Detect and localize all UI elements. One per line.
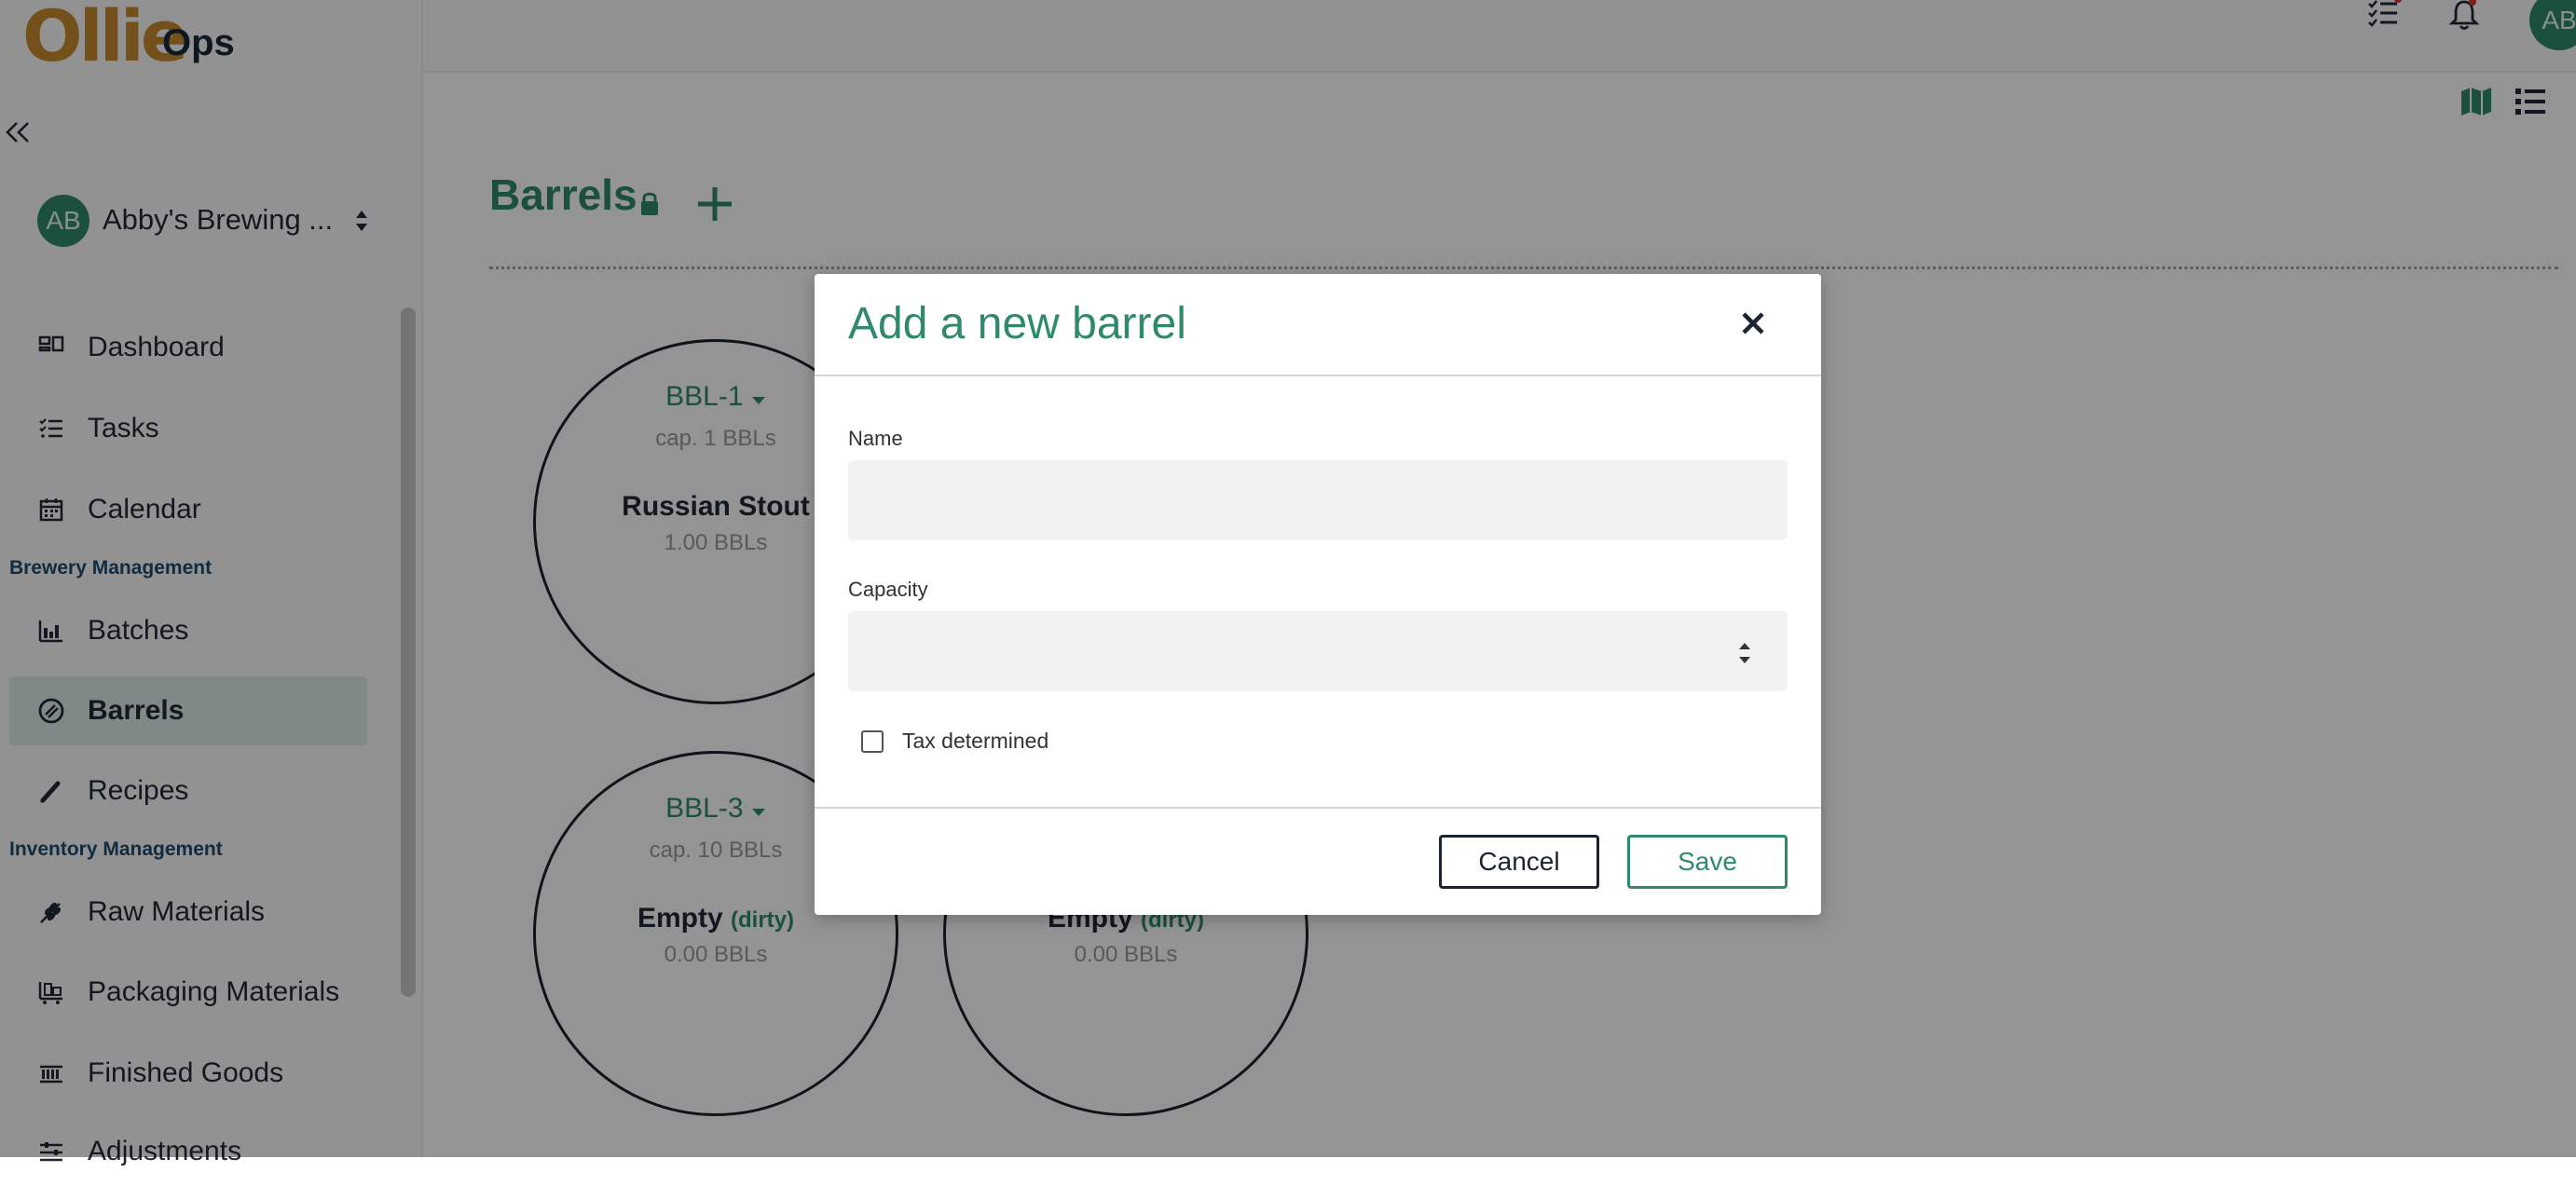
tax-determined-label[interactable]: Tax determined — [902, 729, 1048, 754]
dialog-footer-divider — [815, 807, 1821, 809]
spinner-icon[interactable] — [1735, 637, 1754, 669]
name-label: Name — [848, 427, 903, 450]
capacity-input[interactable] — [848, 611, 1788, 691]
cancel-button[interactable]: Cancel — [1439, 835, 1599, 889]
capacity-label: Capacity — [848, 578, 928, 601]
dialog-header-divider — [815, 375, 1821, 376]
save-button[interactable]: Save — [1627, 835, 1788, 889]
tax-determined-checkbox[interactable] — [861, 730, 884, 753]
add-barrel-dialog: Add a new barrel Name Capacity Tax deter… — [815, 274, 1821, 915]
dialog-title: Add a new barrel — [848, 299, 1186, 348]
name-input[interactable] — [848, 460, 1788, 540]
close-icon[interactable] — [1737, 307, 1769, 339]
